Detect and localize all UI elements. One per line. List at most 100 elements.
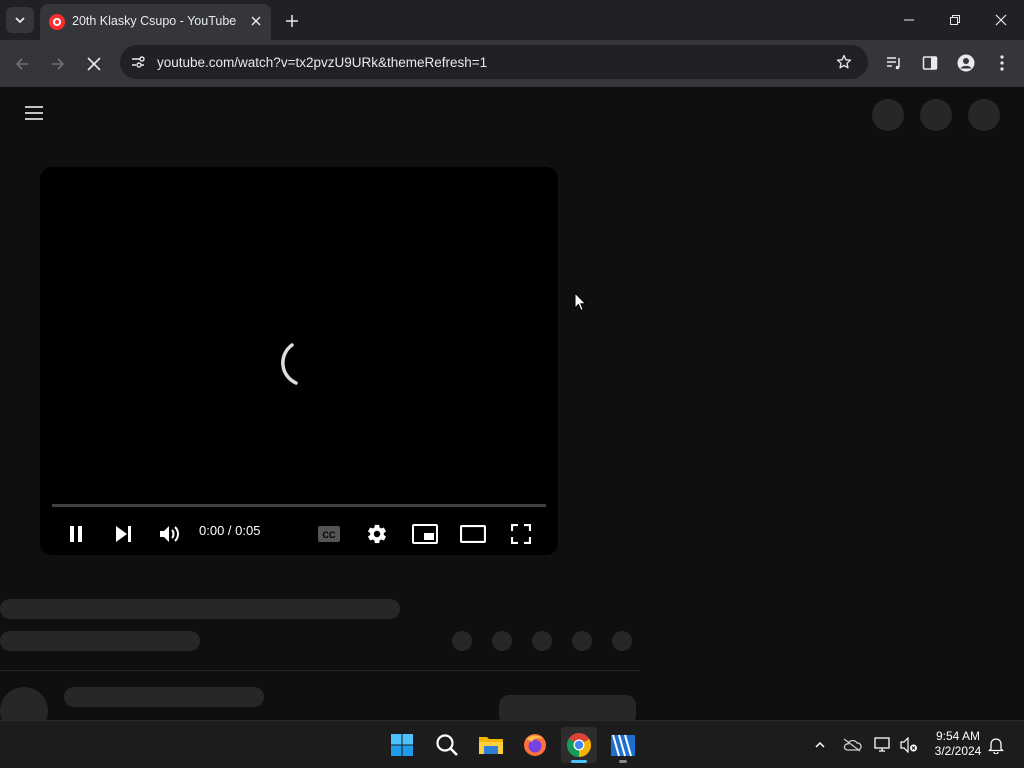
stop-loading-button[interactable] xyxy=(80,50,108,78)
pause-icon xyxy=(70,526,82,542)
minimize-icon xyxy=(904,19,914,21)
skeleton-title xyxy=(0,599,400,619)
close-window-button[interactable] xyxy=(984,6,1018,34)
mouse-cursor-icon xyxy=(574,292,588,312)
skeleton-action xyxy=(572,631,592,651)
skeleton-action xyxy=(452,631,472,651)
bookmark-button[interactable] xyxy=(834,52,854,72)
minimize-button[interactable] xyxy=(892,6,926,34)
divider xyxy=(0,670,640,671)
forward-button[interactable] xyxy=(44,50,72,78)
close-icon xyxy=(251,16,261,26)
bell-icon xyxy=(988,738,1004,754)
browser-toolbar: youtube.com/watch?v=tx2pvzU9URk&themeRef… xyxy=(0,40,1024,87)
skeleton-header-button xyxy=(920,99,952,131)
next-button[interactable] xyxy=(108,519,138,549)
tune-icon xyxy=(132,56,145,68)
restore-button[interactable] xyxy=(938,6,972,34)
clock-date: 3/2/2024 xyxy=(934,744,982,758)
time-display: 0:00 / 0:05 xyxy=(199,523,261,538)
back-button[interactable] xyxy=(8,50,36,78)
mute-button[interactable] xyxy=(155,519,185,549)
skeleton-action xyxy=(612,631,632,651)
tab-close-button[interactable] xyxy=(247,12,265,30)
taskbar: 9:54 AM 3/2/2024 xyxy=(0,720,1024,768)
search-icon xyxy=(436,734,458,756)
theater-mode-button[interactable] xyxy=(458,519,488,549)
clock-time: 9:54 AM xyxy=(935,729,981,743)
fullscreen-button[interactable] xyxy=(506,519,536,549)
start-button[interactable] xyxy=(384,727,420,763)
loading-spinner-icon xyxy=(266,335,326,395)
chrome-menu-button[interactable] xyxy=(990,51,1014,75)
gear-icon xyxy=(368,524,386,544)
firefox-button[interactable] xyxy=(517,727,553,763)
progress-bar[interactable] xyxy=(52,504,546,507)
network-button[interactable] xyxy=(872,734,894,756)
active-indicator xyxy=(571,760,587,763)
skeleton-avatar xyxy=(968,99,1000,131)
close-icon xyxy=(995,14,1007,26)
clock[interactable]: 9:54 AM 3/2/2024 xyxy=(930,729,986,759)
restore-icon xyxy=(950,15,960,25)
chevron-up-icon xyxy=(815,741,825,748)
tab-strip: 20th Klasky Csupo - YouTube xyxy=(0,0,1024,40)
skeleton-action xyxy=(492,631,512,651)
file-explorer-button[interactable] xyxy=(473,727,509,763)
star-icon xyxy=(836,54,852,69)
movie-editor-button[interactable] xyxy=(605,727,641,763)
profile-icon xyxy=(957,54,975,72)
folder-icon xyxy=(479,737,503,754)
onedrive-button[interactable] xyxy=(841,734,863,756)
clapperboard-icon xyxy=(611,734,635,757)
show-hidden-icons-button[interactable] xyxy=(809,734,831,756)
side-panel-icon xyxy=(922,56,938,70)
arrow-right-icon xyxy=(52,58,65,70)
taskbar-search-button[interactable] xyxy=(429,727,465,763)
playlist-music-icon xyxy=(887,57,900,70)
cloud-offline-icon xyxy=(843,738,862,752)
tab-title: 20th Klasky Csupo - YouTube xyxy=(72,14,237,28)
fullscreen-icon xyxy=(511,524,531,544)
subtitles-button[interactable]: CC xyxy=(314,519,344,549)
profile-button[interactable] xyxy=(954,51,978,75)
skeleton-header-button xyxy=(872,99,904,131)
hamburger-menu-icon xyxy=(25,106,43,120)
notifications-button[interactable] xyxy=(985,734,1007,756)
running-indicator xyxy=(619,760,627,763)
closed-captions-icon: CC xyxy=(318,526,340,542)
url-text[interactable]: youtube.com/watch?v=tx2pvzU9URk&themeRef… xyxy=(157,55,487,70)
volume-tray-button[interactable] xyxy=(898,734,920,756)
network-icon xyxy=(874,737,890,752)
windows-logo-icon xyxy=(391,734,413,756)
browser-tab[interactable]: 20th Klasky Csupo - YouTube xyxy=(40,4,271,40)
close-icon xyxy=(87,57,101,71)
chevron-down-icon xyxy=(15,17,25,24)
site-info-button[interactable] xyxy=(128,52,148,72)
skeleton-channel-name xyxy=(0,631,200,651)
settings-button[interactable] xyxy=(362,519,392,549)
guide-menu-button[interactable] xyxy=(24,105,48,125)
address-bar[interactable]: youtube.com/watch?v=tx2pvzU9URk&themeRef… xyxy=(120,45,868,79)
chrome-icon xyxy=(567,733,592,757)
skip-next-icon xyxy=(116,526,131,542)
firefox-icon xyxy=(524,734,546,756)
video-player[interactable]: 0:00 / 0:05 CC xyxy=(40,167,558,555)
side-panel-button[interactable] xyxy=(918,51,942,75)
new-tab-button[interactable] xyxy=(281,10,303,32)
miniplayer-icon xyxy=(412,524,438,544)
chrome-taskbar-button[interactable] xyxy=(561,727,597,763)
loading-favicon-icon xyxy=(49,14,65,30)
miniplayer-button[interactable] xyxy=(410,519,440,549)
tab-search-button[interactable] xyxy=(6,7,34,33)
skeleton-action xyxy=(532,631,552,651)
more-vert-icon xyxy=(1000,55,1004,71)
youtube-page: 0:00 / 0:05 CC xyxy=(0,87,1024,735)
plus-icon xyxy=(286,15,298,27)
arrow-left-icon xyxy=(15,58,28,70)
pause-button[interactable] xyxy=(61,519,91,549)
media-control-button[interactable] xyxy=(882,51,906,75)
volume-muted-icon xyxy=(900,737,917,753)
theater-mode-icon xyxy=(460,525,486,543)
skeleton-channel-title xyxy=(64,687,264,707)
